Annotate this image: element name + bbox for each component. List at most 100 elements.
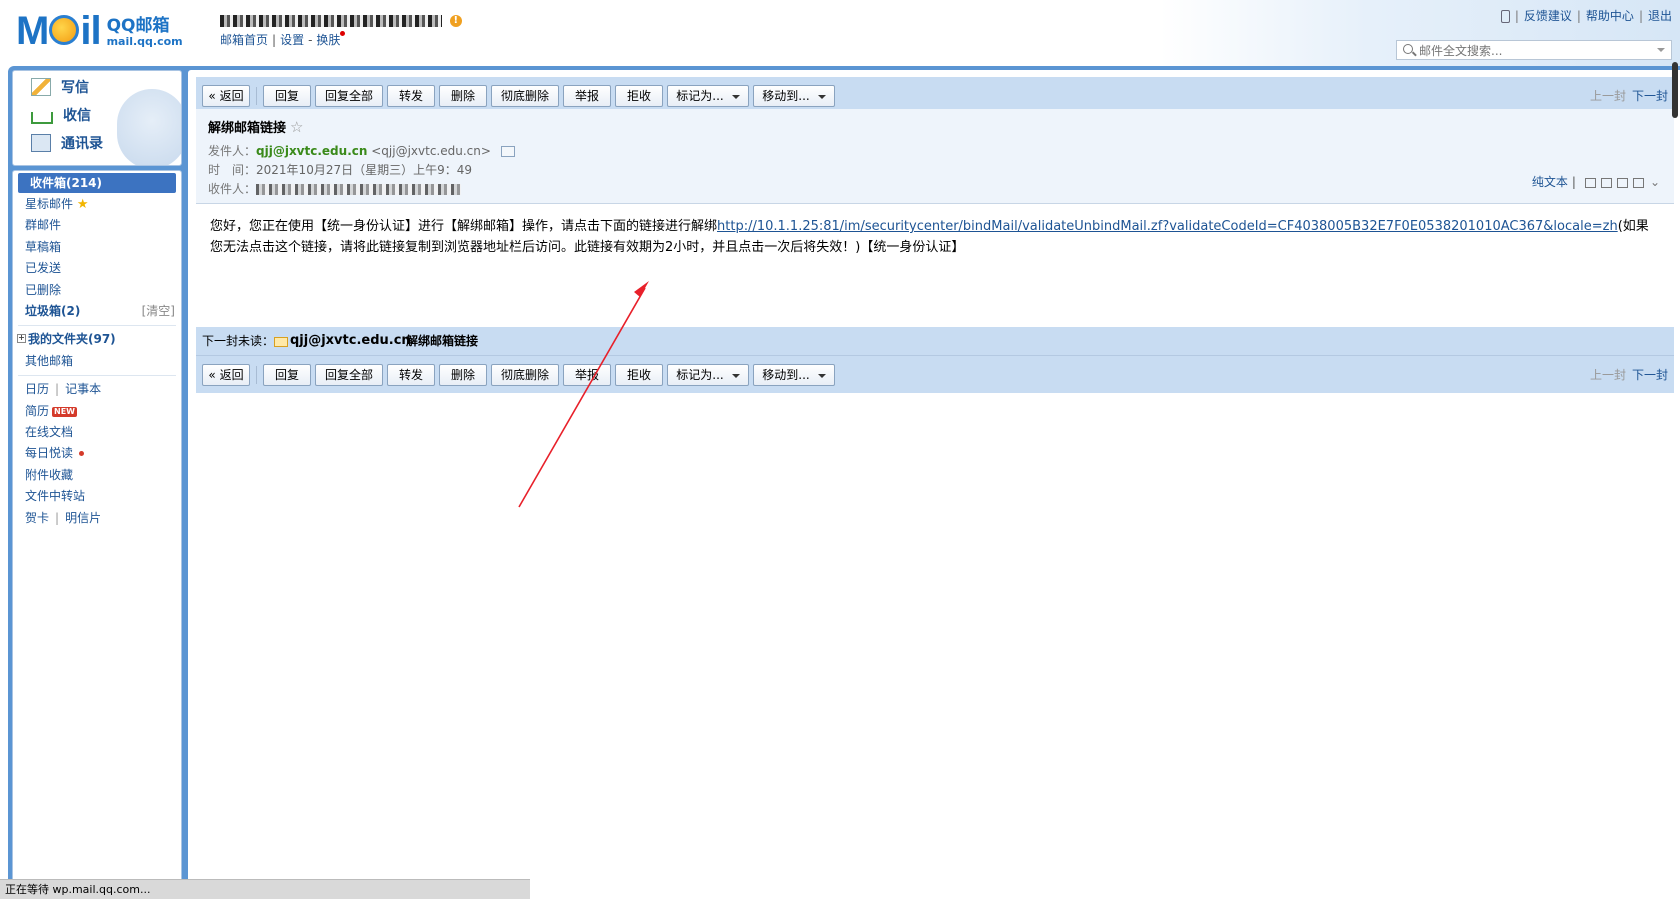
notes-link[interactable]: 记事本	[65, 382, 101, 396]
folder-list: 收件箱(214) 星标邮件 ★ 群邮件 草稿箱 已发送 已删除 垃圾箱(2) […	[12, 170, 182, 899]
unbind-link[interactable]: http://10.1.1.25:81/im/securitycenter/bi…	[717, 219, 1618, 234]
reply-button[interactable]: 回复	[263, 85, 311, 107]
folder-my-folders[interactable]: + 我的文件夹(97)	[17, 329, 116, 349]
search-box[interactable]	[1396, 40, 1672, 60]
report-button[interactable]: 举报	[563, 364, 611, 386]
chevron-down-icon[interactable]	[1657, 48, 1665, 52]
account-name-redacted	[220, 14, 442, 27]
attachments-link[interactable]: 附件收藏	[25, 465, 73, 485]
sidebar: 写信 收信 通讯录 收件箱(214) 星标邮件 ★ 群邮件 草稿箱 已发送 已删…	[12, 70, 182, 899]
postcards-link[interactable]: 明信片	[65, 511, 101, 525]
logo-wordmark: Mil	[16, 9, 102, 53]
compose-button[interactable]: 写信	[31, 76, 89, 98]
chevron-down-icon	[731, 94, 740, 99]
folder-inbox[interactable]: 收件箱(214)	[18, 173, 176, 193]
delete-button[interactable]: 删除	[439, 85, 487, 107]
report-button[interactable]: 举报	[563, 85, 611, 107]
move-to-label: 移动到...	[762, 89, 810, 103]
top-links: | 反馈建议 | 帮助中心 | 退出	[1500, 7, 1672, 24]
search-input[interactable]	[1417, 42, 1651, 60]
folder-sent[interactable]: 已发送	[25, 258, 61, 278]
sender-row: 发件人：qjj@jxvtc.edu.cn <qjj@jxvtc.edu.cn>	[208, 142, 515, 159]
permanent-delete-button[interactable]: 彻底删除	[491, 364, 559, 386]
forward-button[interactable]: 转发	[387, 364, 435, 386]
folder-other-mail[interactable]: 其他邮箱	[25, 351, 73, 371]
star-icon: ★	[76, 197, 89, 212]
delete-button[interactable]: 删除	[439, 364, 487, 386]
qq-mail-logo[interactable]: Mil QQ邮箱 mail.qq.com	[16, 9, 183, 53]
move-to-dropdown[interactable]: 移动到...	[753, 85, 835, 107]
mail-header: 解绑邮箱链接 ☆ 发件人：qjj@jxvtc.edu.cn <qjj@jxvtc.…	[196, 109, 1674, 204]
next-mail-link[interactable]: 下一封	[1632, 89, 1668, 103]
notification-dot	[340, 31, 346, 36]
mail-pager: 上一封 下一封	[1590, 87, 1668, 104]
resume-link[interactable]: 简历 NEW	[25, 401, 77, 421]
next-mail-link[interactable]: 下一封	[1632, 368, 1668, 382]
clear-trash-link[interactable]: [清空]	[142, 301, 175, 321]
expand-icon[interactable]: +	[17, 334, 26, 343]
move-to-dropdown[interactable]: 移动到...	[753, 364, 835, 386]
new-window-icon[interactable]	[1584, 177, 1596, 188]
reply-button[interactable]: 回复	[263, 364, 311, 386]
reply-all-button[interactable]: 回复全部	[315, 85, 383, 107]
sender-name[interactable]: qjj@jxvtc.edu.cn	[256, 144, 367, 158]
cards-link[interactable]: 贺卡	[25, 511, 49, 525]
daily-reading-link[interactable]: 每日悦读	[25, 443, 85, 463]
online-docs-link[interactable]: 在线文档	[25, 422, 73, 442]
folder-starred[interactable]: 星标邮件 ★	[25, 194, 89, 214]
notification-dot	[79, 451, 85, 456]
reject-button[interactable]: 拒收	[615, 364, 663, 386]
forward-button[interactable]: 转发	[387, 85, 435, 107]
calendar-notes: 日历 | 记事本	[25, 382, 102, 396]
envelope-icon	[274, 337, 288, 347]
phone-icon[interactable]	[1500, 10, 1510, 23]
feedback-link[interactable]: 反馈建议	[1524, 9, 1572, 23]
scrollbar-thumb[interactable]	[1672, 62, 1678, 118]
mark-as-label: 标记为...	[676, 368, 724, 382]
next-unread-label: 下一封未读：	[202, 334, 275, 348]
more-chevron-icon[interactable]: ⌄	[1650, 175, 1660, 189]
change-skin-link[interactable]: 换肤	[316, 33, 340, 47]
permanent-delete-button[interactable]: 彻底删除	[491, 85, 559, 107]
download-icon	[31, 112, 53, 124]
search-icon	[1403, 44, 1413, 54]
plain-text-link[interactable]: 纯文本	[1532, 175, 1568, 189]
next-unread-from[interactable]: qjj@jxvtc.edu.cn	[290, 327, 411, 355]
save-icon[interactable]	[1616, 177, 1628, 188]
time-value: 2021年10月27日（星期三）上午9：49	[256, 163, 472, 177]
back-button[interactable]: « 返回	[202, 364, 250, 386]
warning-icon[interactable]: !	[449, 14, 462, 27]
calendar-link[interactable]: 日历	[25, 382, 49, 396]
logout-link[interactable]: 退出	[1648, 9, 1672, 23]
folder-drafts[interactable]: 草稿箱	[25, 237, 61, 257]
star-outline-icon[interactable]: ☆	[290, 118, 303, 136]
reject-button[interactable]: 拒收	[615, 85, 663, 107]
new-badge: NEW	[52, 406, 77, 417]
contacts-button[interactable]: 通讯录	[31, 132, 103, 154]
account-links: 邮箱首页 | 设置 - 换肤	[220, 31, 346, 48]
mark-as-dropdown[interactable]: 标记为...	[667, 85, 749, 107]
mark-as-dropdown[interactable]: 标记为...	[667, 364, 749, 386]
next-unread-subject[interactable]: 解绑邮箱链接	[406, 327, 478, 355]
contact-card-icon[interactable]	[500, 146, 515, 157]
body-text-prefix: 您好，您正在使用【统一身份认证】进行【解绑邮箱】操作，请点击下面的链接进行解绑	[210, 219, 718, 234]
reply-all-button[interactable]: 回复全部	[315, 364, 383, 386]
mail-home-link[interactable]: 邮箱首页	[220, 33, 268, 47]
prev-mail-link[interactable]: 上一封	[1590, 368, 1626, 382]
print-icon[interactable]	[1632, 177, 1644, 188]
help-center-link[interactable]: 帮助中心	[1586, 9, 1634, 23]
folder-deleted[interactable]: 已删除	[25, 280, 61, 300]
recipient-row: 收件人：	[208, 180, 462, 197]
divider	[18, 325, 176, 326]
fullscreen-icon[interactable]	[1600, 177, 1612, 188]
divider	[18, 375, 176, 376]
receive-button[interactable]: 收信	[31, 104, 91, 126]
header: Mil QQ邮箱 mail.qq.com ! 邮箱首页 | 设置 - 换肤 | 反馈建议 |…	[0, 0, 1680, 68]
settings-link[interactable]: 设置	[280, 33, 304, 47]
file-transfer-link[interactable]: 文件中转站	[25, 486, 85, 506]
sender-address: <qjj@jxvtc.edu.cn>	[371, 144, 491, 158]
prev-mail-link[interactable]: 上一封	[1590, 89, 1626, 103]
folder-trash[interactable]: 垃圾箱(2)	[25, 301, 80, 321]
folder-group[interactable]: 群邮件	[25, 215, 61, 235]
back-button[interactable]: « 返回	[202, 85, 250, 107]
